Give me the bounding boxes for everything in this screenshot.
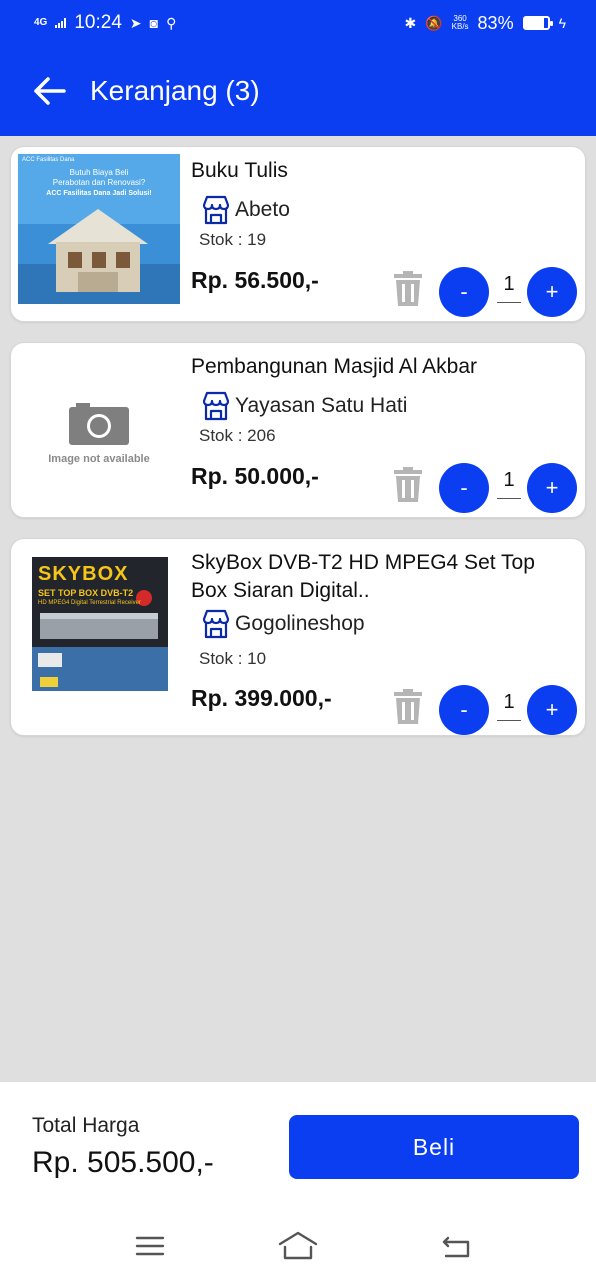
system-nav-bar [0, 1210, 596, 1280]
charging-icon: ϟ [558, 15, 566, 31]
ad-line: ACC Fasilitas Dana Jadi Solusi! [46, 190, 152, 197]
home-icon[interactable] [278, 1230, 318, 1262]
checkout-footer: Total Harga Rp. 505.500,- Beli [0, 1082, 596, 1210]
box-brand: SKYBOX [38, 563, 129, 585]
trash-icon[interactable] [393, 689, 423, 725]
instagram-icon: ◙ [149, 15, 159, 31]
total-label: Total Harga [32, 1114, 140, 1137]
cart-list: ACC Fasilitas Dana Butuh Biaya Beli Pera… [10, 146, 586, 756]
store-info[interactable]: Yayasan Satu Hati [199, 389, 407, 423]
page-title: Keranjang (3) [90, 75, 260, 106]
menu-icon[interactable] [130, 1230, 170, 1262]
product-image[interactable]: SKYBOX SET TOP BOX DVB-T2 HD MPEG4 Digit… [18, 557, 180, 719]
store-info[interactable]: Abeto [199, 193, 290, 227]
status-bar: 4G 10:24 ➤ ◙ ⚲ ✱ 🔕 360 KB/s 83% ϟ [0, 0, 596, 46]
increase-qty-button[interactable]: + [527, 685, 577, 735]
ad-brand: ACC Fasilitas Dana [22, 157, 75, 163]
store-info[interactable]: Gogolineshop [199, 607, 365, 641]
stock-text: Stok : 19 [199, 230, 267, 249]
stock-text: Stok : 10 [199, 649, 267, 668]
status-time: 10:24 [74, 12, 122, 33]
box-line: HD MPEG4 Digital Terrestrial Receiver [38, 600, 141, 606]
store-icon [199, 389, 233, 423]
ad-line: Butuh Biaya Beli [69, 168, 129, 177]
telegram-icon: ➤ [129, 14, 142, 31]
decrease-qty-button[interactable]: - [439, 267, 489, 317]
battery-percent: 83% [477, 12, 514, 33]
total-value: Rp. 505.500,- [32, 1146, 214, 1179]
stock-text: Stok : 206 [199, 426, 276, 445]
battery-icon [522, 16, 553, 30]
buy-button[interactable]: Beli [289, 1115, 579, 1179]
store-name: Abeto [235, 198, 290, 221]
box-line: SET TOP BOX DVB-T2 [38, 588, 134, 598]
network-type: 4G [34, 17, 48, 28]
ad-line: Perabotan dan Renovasi? [52, 178, 146, 187]
signal-icon [55, 18, 67, 28]
mute-icon: 🔕 [425, 14, 443, 31]
store-name: Yayasan Satu Hati [235, 394, 408, 417]
product-price: Rp. 50.000,- [191, 463, 319, 489]
cart-item: SKYBOX SET TOP BOX DVB-T2 HD MPEG4 Digit… [10, 538, 586, 736]
store-icon [199, 193, 233, 227]
product-name[interactable]: SkyBox DVB-T2 HD MPEG4 Set Top Box Siara… [191, 549, 571, 605]
decrease-qty-button[interactable]: - [439, 685, 489, 735]
cart-item: Image not available Pembangunan Masjid A… [10, 342, 586, 518]
quantity-value[interactable]: 1 [497, 273, 521, 303]
product-price: Rp. 399.000,- [191, 685, 332, 711]
bluetooth-icon: ✱ [404, 14, 417, 31]
back-arrow-icon[interactable] [32, 73, 68, 109]
return-icon[interactable] [436, 1230, 476, 1262]
product-image[interactable]: Image not available [18, 350, 180, 512]
product-name[interactable]: Buku Tulis [191, 157, 571, 185]
app-bar: Keranjang (3) [0, 46, 596, 136]
speed-unit: KB/s [451, 22, 469, 31]
network-speed: 360 KB/s [452, 15, 469, 31]
increase-qty-button[interactable]: + [527, 463, 577, 513]
store-icon [199, 607, 233, 641]
cart-item: ACC Fasilitas Dana Butuh Biaya Beli Pera… [10, 146, 586, 322]
quantity-value[interactable]: 1 [497, 691, 521, 721]
ad-headline: Butuh Biaya Beli Perabotan dan Renovasi? [18, 168, 180, 188]
product-image[interactable]: ACC Fasilitas Dana Butuh Biaya Beli Pera… [18, 154, 180, 316]
increase-qty-button[interactable]: + [527, 267, 577, 317]
quantity-value[interactable]: 1 [497, 469, 521, 499]
trash-icon[interactable] [393, 271, 423, 307]
image-placeholder-text: Image not available [48, 453, 150, 465]
trash-icon[interactable] [393, 467, 423, 503]
usb-icon: ⚲ [166, 14, 177, 31]
product-name[interactable]: Pembangunan Masjid Al Akbar [191, 353, 571, 381]
store-name: Gogolineshop [235, 612, 365, 635]
decrease-qty-button[interactable]: - [439, 463, 489, 513]
product-price: Rp. 56.500,- [191, 267, 319, 293]
